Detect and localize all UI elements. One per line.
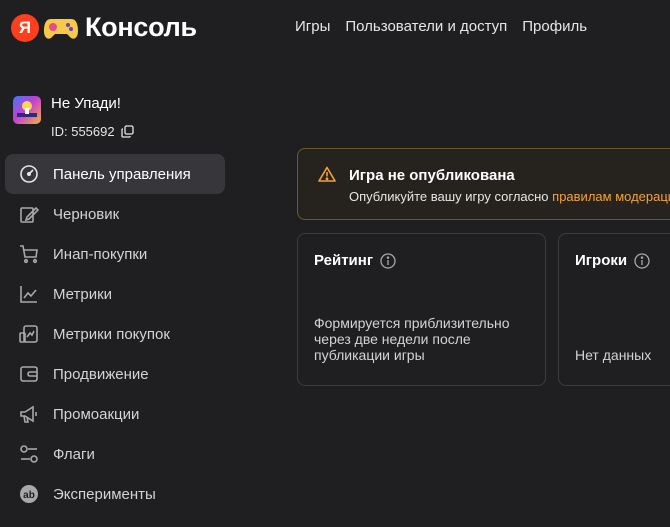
purchase-metrics-icon — [19, 324, 39, 344]
sidebar-item-promotion[interactable]: Продвижение — [5, 354, 225, 394]
gamepad-icon — [44, 18, 78, 39]
edit-draft-icon — [19, 204, 39, 224]
sidebar-item-label: Метрики покупок — [53, 325, 170, 343]
sidebar-item-metrics[interactable]: Метрики — [5, 274, 225, 314]
sidebar-item-label: Продвижение — [53, 365, 149, 383]
game-id: ID: 555692 — [51, 124, 134, 139]
sidebar-item-dashboard[interactable]: Панель управления — [5, 154, 225, 194]
rating-title-text: Рейтинг — [314, 252, 374, 269]
yandex-logo-icon: Я — [11, 13, 39, 42]
wallet-icon — [19, 364, 39, 384]
sidebar-item-draft[interactable]: Черновик — [5, 194, 225, 234]
sidebar-item-purchase-metrics[interactable]: Метрики покупок — [5, 314, 225, 354]
sidebar-item-label: Инап-покупки — [53, 245, 148, 263]
moderation-rules-link[interactable]: правилам модерации — [552, 189, 670, 204]
line-chart-icon — [19, 284, 39, 304]
top-navigation: Игры Пользователи и доступ Профиль — [295, 18, 602, 35]
topnav-profile[interactable]: Профиль — [522, 18, 587, 35]
game-name: Не Упади! — [51, 95, 121, 112]
topnav-users-access[interactable]: Пользователи и доступ — [345, 18, 507, 35]
sidebar-item-label: Промоакции — [53, 405, 140, 423]
warning-icon — [318, 166, 336, 182]
players-card: Игроки Нет данных — [558, 233, 670, 386]
sidebar-item-label: Флаги — [53, 445, 95, 463]
copy-icon[interactable] — [120, 125, 134, 138]
alert-text-main: Опубликуйте вашу игру согласно — [349, 189, 553, 204]
rating-card: Рейтинг Формируется приблизительно через… — [297, 233, 546, 386]
alert-text: Опубликуйте вашу игру согласно правилам … — [349, 189, 670, 204]
sidebar-item-label: Эксперименты — [53, 485, 156, 503]
sidebar-item-label: Метрики — [53, 285, 113, 303]
players-title-text: Игроки — [575, 252, 628, 269]
logo-text: Консоль — [85, 12, 197, 42]
players-card-body: Нет данных — [575, 347, 652, 363]
sidebar-item-promo-actions[interactable]: Промоакции — [5, 394, 225, 434]
players-card-title: Игроки — [575, 252, 650, 269]
rating-card-title: Рейтинг — [314, 252, 396, 269]
flags-toggle-icon — [19, 444, 39, 464]
cart-icon — [19, 244, 39, 264]
dashboard-gauge-icon — [19, 164, 39, 184]
game-id-text: ID: 555692 — [51, 124, 115, 139]
sidebar-item-experiments[interactable]: ab Эксперименты — [5, 474, 225, 514]
unpublished-alert: Игра не опубликована Опубликуйте вашу иг… — [297, 148, 670, 220]
sidebar-nav: Панель управления Черновик Инап-покупки … — [5, 154, 225, 514]
info-icon[interactable] — [380, 252, 396, 269]
megaphone-icon — [19, 404, 39, 424]
game-avatar — [13, 96, 41, 124]
sidebar-item-flags[interactable]: Флаги — [5, 434, 225, 474]
sidebar-item-in-app-purchases[interactable]: Инап-покупки — [5, 234, 225, 274]
console-logo[interactable]: Я Консоль — [11, 12, 197, 43]
alert-title: Игра не опубликована — [349, 167, 515, 184]
rating-card-body: Формируется приблизительно через две нед… — [314, 315, 510, 363]
sidebar-item-label: Панель управления — [53, 165, 191, 183]
info-icon[interactable] — [634, 252, 650, 269]
topnav-games[interactable]: Игры — [295, 18, 330, 35]
svg-text:ab: ab — [23, 490, 35, 501]
ab-test-icon: ab — [19, 484, 39, 504]
sidebar-item-label: Черновик — [53, 205, 120, 223]
